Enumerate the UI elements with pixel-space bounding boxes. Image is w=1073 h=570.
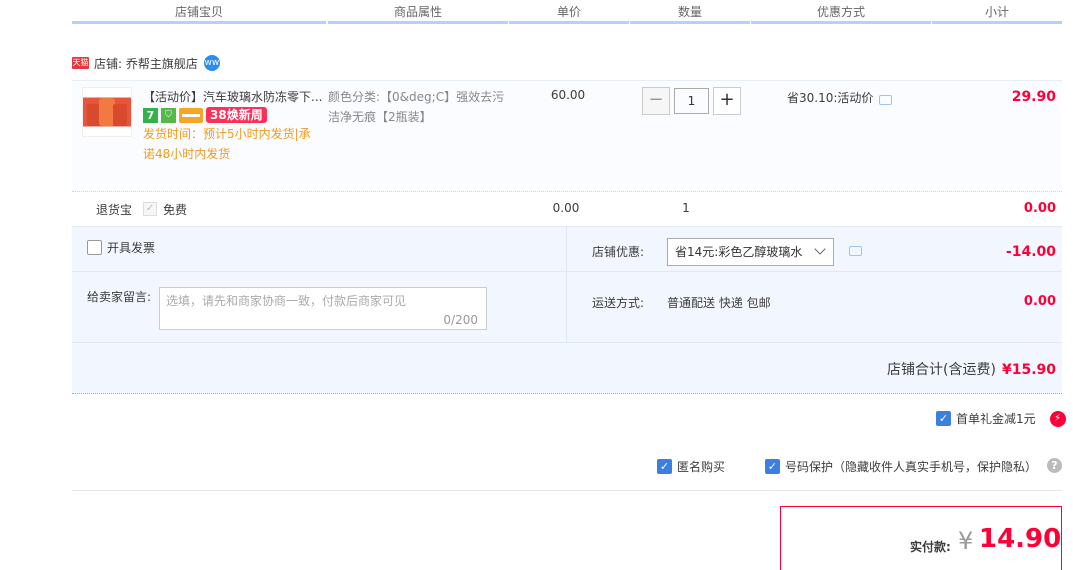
header-col-qty: 数量: [630, 0, 750, 24]
shop-discount-value: -14.00: [1005, 244, 1056, 260]
return-insurance-checkbox[interactable]: ✓: [143, 202, 157, 216]
anonymous-label: 匿名购买: [677, 460, 726, 474]
unit-price: 60.00: [550, 88, 586, 102]
privacy-checkbox[interactable]: ✓: [765, 459, 780, 474]
help-icon[interactable]: ?: [1047, 458, 1062, 473]
return-insurance-total: 0.00: [1023, 201, 1056, 216]
header-col-attr: 商品属性: [328, 0, 508, 24]
privacy-label: 号码保护（隐藏收件人真实手机号，保护隐私）: [785, 460, 1038, 474]
header-col-discount: 优惠方式: [751, 0, 931, 24]
anonymous-checkbox[interactable]: ✓: [657, 459, 672, 474]
product-title[interactable]: 【活动价】汽车玻璃水防冻零下...: [143, 88, 325, 105]
lightning-icon: ⚡: [1049, 410, 1066, 427]
message-counter: 0/200: [443, 313, 478, 327]
return-insurance-option: 免费: [163, 203, 188, 217]
seven-day-return-icon: 7: [143, 107, 158, 123]
comment-icon[interactable]: [879, 94, 893, 105]
shop-total: 店铺合计(含运费) ¥15.90: [760, 359, 1056, 379]
message-field[interactable]: 0/200: [159, 287, 487, 330]
header-col-subtotal: 小计: [932, 0, 1062, 24]
guarantee-icon: ⛉: [161, 107, 176, 123]
discount-text: 省30.10:活动价: [787, 91, 874, 105]
shop-discount-label: 店铺优惠:: [592, 245, 645, 259]
product-attribute: 颜色分类:【0&deg;C】强效去污洁净无痕【2瓶装】: [328, 90, 505, 124]
header-col-price: 单价: [509, 0, 629, 24]
currency-symbol: ¥: [958, 527, 974, 555]
divider: [72, 490, 1062, 491]
payment-amount: 14.90: [979, 524, 1062, 554]
shop-header: 天猫 店铺: 乔帮主旗舰店 ww: [72, 54, 220, 72]
promo-badge: 38焕新周: [206, 107, 267, 123]
product-thumbnail[interactable]: [82, 87, 132, 137]
anonymous-option[interactable]: ✓ 匿名购买: [657, 458, 725, 475]
decrease-button[interactable]: −: [642, 87, 670, 115]
privacy-option[interactable]: ✓ 号码保护（隐藏收件人真实手机号，保护隐私）: [765, 458, 1037, 475]
shop-discount-selected: 省14元:彩色乙醇玻璃水: [675, 245, 803, 259]
ship-time: 发货时间：预计5小时内发货|承诺48小时内发货: [143, 127, 311, 161]
divider: [566, 226, 567, 342]
shipping-method: 普通配送 快递 包邮: [667, 296, 771, 310]
shop-discount-select[interactable]: 省14元:彩色乙醇玻璃水: [667, 238, 834, 266]
item-subtotal: 29.90: [1011, 89, 1056, 105]
gift-checkbox[interactable]: ✓: [936, 411, 951, 426]
tmall-icon: 天猫: [72, 57, 89, 69]
shipping-label: 运送方式:: [592, 296, 645, 310]
chevron-down-icon: [814, 243, 826, 255]
quantity-input[interactable]: 1: [674, 88, 709, 114]
shop-name[interactable]: 店铺: 乔帮主旗舰店: [94, 55, 198, 72]
return-insurance-label: 退货宝: [96, 203, 133, 217]
return-insurance-price: 0.00: [552, 201, 580, 215]
divider: [567, 271, 1062, 272]
return-insurance-qty: 1: [682, 201, 690, 215]
discount-method: 省30.10:活动价: [787, 89, 893, 106]
payment-label: 实付款:: [910, 540, 951, 554]
wangwang-chat-icon[interactable]: ww: [203, 55, 220, 71]
message-label: 给卖家留言:: [87, 290, 152, 304]
credit-card-icon: [179, 107, 203, 123]
message-input[interactable]: [166, 292, 466, 312]
table-header: 店铺宝贝 商品属性 单价 数量 优惠方式 小计: [72, 0, 1062, 24]
invoice-label: 开具发票: [107, 241, 156, 255]
divider: [72, 271, 566, 272]
header-col-item: 店铺宝贝: [72, 0, 326, 24]
shipping-fee: 0.00: [1023, 294, 1056, 309]
invoice-checkbox[interactable]: [87, 240, 102, 255]
quantity-stepper: − 1 +: [642, 87, 741, 115]
product-badges: 7 ⛉ 38焕新周: [143, 107, 267, 123]
shop-total-amount: ¥15.90: [1001, 362, 1056, 378]
invoice-option[interactable]: 开具发票: [87, 239, 155, 256]
comment-icon[interactable]: [849, 246, 862, 256]
gift-label: 首单礼金减1元: [956, 412, 1036, 426]
gift-option[interactable]: ✓ 首单礼金减1元 ⚡: [936, 410, 1066, 427]
increase-button[interactable]: +: [713, 87, 741, 115]
shop-total-label: 店铺合计(含运费): [887, 362, 996, 378]
